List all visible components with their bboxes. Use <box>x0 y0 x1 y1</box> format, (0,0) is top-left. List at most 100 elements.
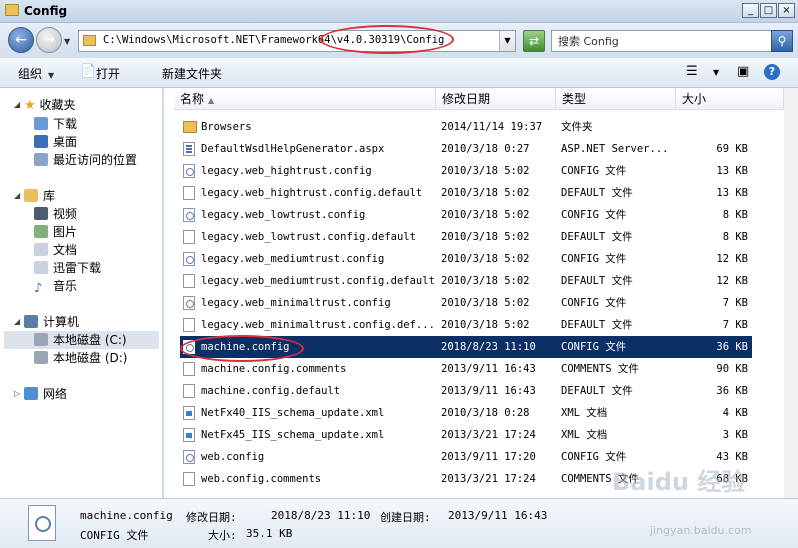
close-button[interactable]: × <box>778 3 795 18</box>
open-file-icon: 📄 <box>80 64 97 79</box>
file-size: 36 KB <box>716 385 748 397</box>
file-type: DEFAULT 文件 <box>561 319 633 331</box>
expand-arrow-icon[interactable]: ▷ <box>14 389 20 398</box>
file-row[interactable]: machine.config 2018/8/23 11:10 CONFIG 文件 36… <box>180 336 752 358</box>
file-name: legacy.web_lowtrust.config <box>201 209 366 221</box>
details-created-value: 2013/9/11 16:43 <box>448 509 548 522</box>
file-modified: 2010/3/18 5:02 <box>441 319 530 331</box>
search-icon[interactable]: ⚲ <box>771 30 793 52</box>
file-row[interactable]: legacy.web_minimaltrust.config.def... 201… <box>180 314 752 336</box>
aspx-file-icon <box>183 142 195 156</box>
nav-drive-d-label: 本地磁盘 (D:) <box>53 351 128 365</box>
maximize-button[interactable]: □ <box>760 3 777 18</box>
file-row[interactable]: machine.config.comments 2013/9/11 16:43 CO… <box>180 358 752 380</box>
collapse-arrow-icon[interactable]: ◢ <box>14 191 20 200</box>
recent-pages-dropdown-icon[interactable]: ▼ <box>64 37 70 46</box>
organize-button[interactable]: 组织 ▼ <box>18 65 54 82</box>
nav-favorites[interactable]: ★ 收藏夹 <box>24 96 76 114</box>
address-path[interactable]: C:\Windows\Microsoft.NET\Framework64\v4.… <box>103 34 444 46</box>
xml-file-icon <box>183 428 195 442</box>
address-field[interactable]: C:\Windows\Microsoft.NET\Framework64\v4.… <box>78 30 516 52</box>
download-folder-icon <box>34 117 48 130</box>
collapse-arrow-icon[interactable]: ◢ <box>14 100 20 109</box>
preview-pane-icon[interactable]: ▣ <box>737 64 749 79</box>
address-toolbar: ← → ▼ C:\Windows\Microsoft.NET\Framework… <box>0 23 798 58</box>
back-button[interactable]: ← <box>8 27 34 53</box>
file-row[interactable]: machine.config.default 2013/9/11 16:43 DEF… <box>180 380 752 402</box>
nav-computer[interactable]: 计算机 <box>24 313 79 331</box>
file-size: 12 KB <box>716 253 748 265</box>
file-icon <box>183 186 195 200</box>
nav-xunlei[interactable]: 迅雷下载 <box>34 259 101 277</box>
file-type: XML 文档 <box>561 429 608 441</box>
nav-desktop[interactable]: 桌面 <box>34 133 77 151</box>
details-filename: machine.config <box>80 509 173 522</box>
file-modified: 2010/3/18 5:02 <box>441 275 530 287</box>
vertical-scrollbar[interactable] <box>784 88 798 498</box>
file-size: 90 KB <box>716 363 748 375</box>
xml-file-icon <box>183 406 195 420</box>
organize-label: 组织 <box>18 67 43 81</box>
file-modified: 2010/3/18 0:27 <box>441 143 530 155</box>
file-type: 文件夹 <box>561 121 593 133</box>
file-row[interactable]: legacy.web_lowtrust.config.default 2010/3… <box>180 226 752 248</box>
nav-network[interactable]: 网络 <box>24 385 67 403</box>
nav-drive-c-label: 本地磁盘 (C:) <box>53 333 127 347</box>
file-name: legacy.web_hightrust.config <box>201 165 372 177</box>
search-input[interactable] <box>558 33 758 49</box>
file-type: ASP.NET Server... <box>561 143 669 155</box>
nav-documents-label: 文档 <box>53 243 78 257</box>
help-icon[interactable]: ? <box>764 64 780 80</box>
nav-recent[interactable]: 最近访问的位置 <box>34 151 137 169</box>
folder-icon <box>5 4 19 16</box>
file-row[interactable]: DefaultWsdlHelpGenerator.aspx 2010/3/18 0… <box>180 138 752 160</box>
details-size-label: 大小: <box>208 529 237 542</box>
column-header-type[interactable]: 类型 <box>556 88 676 110</box>
file-row[interactable]: legacy.web_mediumtrust.config.default 201… <box>180 270 752 292</box>
file-modified: 2010/3/18 0:28 <box>441 407 530 419</box>
file-size: 8 KB <box>722 231 748 243</box>
file-row[interactable]: legacy.web_lowtrust.config 2010/3/18 5:02… <box>180 204 752 226</box>
file-type: DEFAULT 文件 <box>561 385 633 397</box>
open-button[interactable]: 打开 <box>96 65 120 82</box>
minimize-button[interactable]: _ <box>742 3 759 18</box>
view-options-icon[interactable]: ☰ <box>686 64 698 79</box>
file-name: legacy.web_hightrust.config.default <box>201 187 423 199</box>
file-name: web.config.comments <box>201 473 322 485</box>
network-icon <box>24 387 38 400</box>
command-toolbar: 组织 ▼ 📄 打开 新建文件夹 ☰ ▼ ▣ ? <box>0 58 798 88</box>
view-dropdown-icon[interactable]: ▼ <box>713 68 719 77</box>
nav-drive-c[interactable]: 本地磁盘 (C:) <box>4 331 159 349</box>
column-header-modified[interactable]: 修改日期 <box>436 88 556 110</box>
column-header-size[interactable]: 大小 <box>676 88 784 110</box>
nav-drive-d[interactable]: 本地磁盘 (D:) <box>34 349 127 367</box>
forward-button[interactable]: → <box>36 27 62 53</box>
nav-downloads[interactable]: 下载 <box>34 115 77 133</box>
file-list-pane: 名称 ▲ 修改日期 类型 大小 Browsers 2014/11/14 19:37 文… <box>164 88 798 498</box>
file-row[interactable]: legacy.web_minimaltrust.config 2010/3/18 … <box>180 292 752 314</box>
nav-videos[interactable]: 视频 <box>34 205 77 223</box>
file-row[interactable]: legacy.web_hightrust.config 2010/3/18 5:0… <box>180 160 752 182</box>
nav-libraries[interactable]: 库 <box>24 187 55 205</box>
address-dropdown-icon[interactable]: ▼ <box>499 31 515 51</box>
refresh-button[interactable]: ⇄ <box>523 30 545 52</box>
file-row[interactable]: NetFx45_IIS_schema_update.xml 2013/3/21 1… <box>180 424 752 446</box>
search-box[interactable]: ⚲ <box>551 30 793 52</box>
new-folder-button[interactable]: 新建文件夹 <box>162 65 222 82</box>
nav-pictures[interactable]: 图片 <box>34 223 77 241</box>
file-size: 7 KB <box>722 319 748 331</box>
file-size: 4 KB <box>722 407 748 419</box>
file-row[interactable]: legacy.web_hightrust.config.default 2010/… <box>180 182 752 204</box>
file-modified: 2013/3/21 17:24 <box>441 429 536 441</box>
file-row[interactable]: Browsers 2014/11/14 19:37 文件夹 <box>180 116 752 138</box>
nav-computer-label: 计算机 <box>43 315 80 329</box>
column-header-name[interactable]: 名称 ▲ <box>174 88 436 110</box>
download-library-icon <box>34 261 48 274</box>
collapse-arrow-icon[interactable]: ◢ <box>14 317 20 326</box>
documents-icon <box>34 243 48 256</box>
file-row[interactable]: NetFx40_IIS_schema_update.xml 2010/3/18 0… <box>180 402 752 424</box>
file-row[interactable]: legacy.web_mediumtrust.config 2010/3/18 5… <box>180 248 752 270</box>
nav-documents[interactable]: 文档 <box>34 241 77 259</box>
nav-music[interactable]: ♪ 音乐 <box>34 277 77 296</box>
file-type: CONFIG 文件 <box>561 253 627 265</box>
